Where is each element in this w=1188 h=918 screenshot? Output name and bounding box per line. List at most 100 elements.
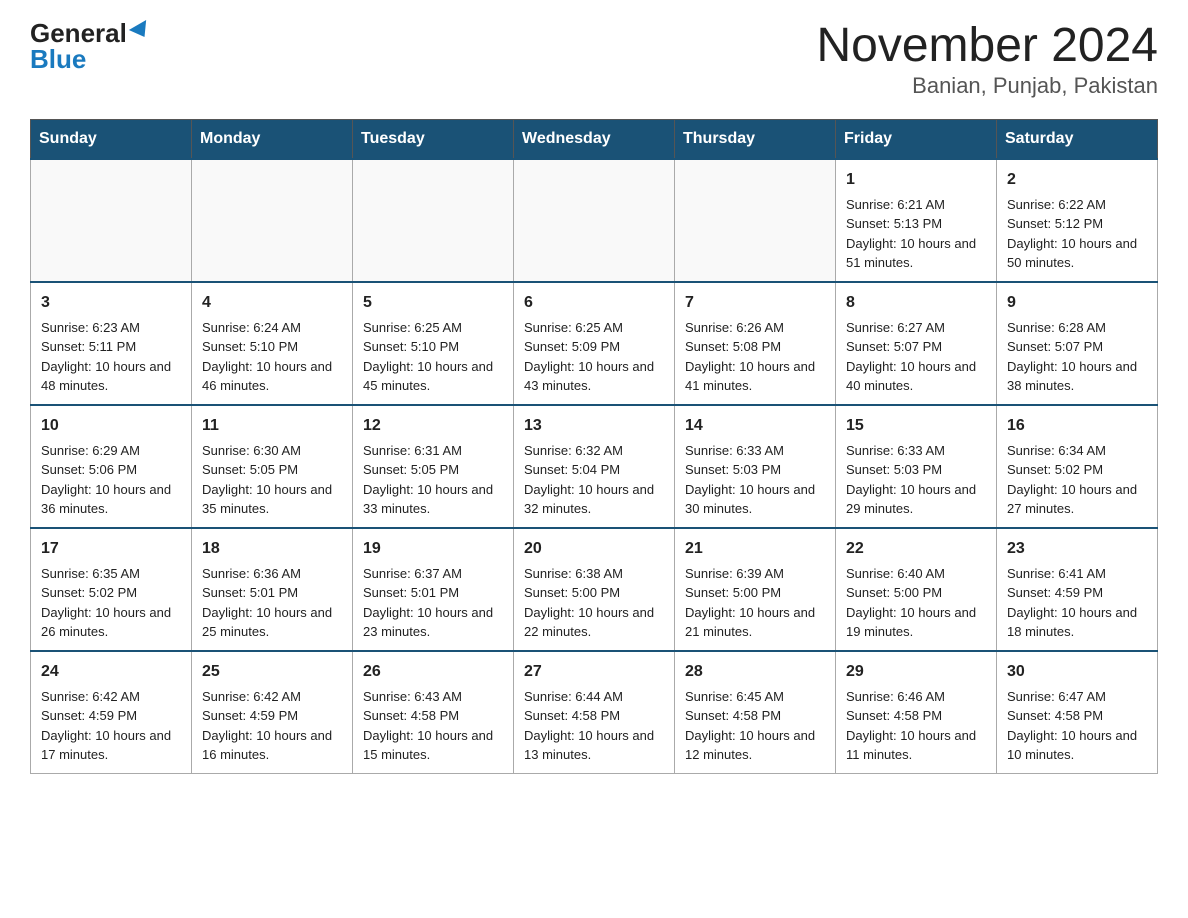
day-number: 21 xyxy=(685,537,825,561)
calendar-cell: 14 Sunrise: 6:33 AM Sunset: 5:03 PM Dayli… xyxy=(675,405,836,528)
day-info: Sunrise: 6:42 AM Sunset: 4:59 PM Dayligh… xyxy=(41,687,181,765)
calendar-cell xyxy=(192,159,353,282)
day-info: Sunrise: 6:26 AM Sunset: 5:08 PM Dayligh… xyxy=(685,318,825,396)
day-number: 14 xyxy=(685,414,825,438)
day-header-wednesday: Wednesday xyxy=(514,119,675,159)
calendar-table: SundayMondayTuesdayWednesdayThursdayFrid… xyxy=(30,119,1158,774)
day-header-thursday: Thursday xyxy=(675,119,836,159)
calendar-cell: 27Sunrise: 6:44 AM Sunset: 4:58 PM Dayli… xyxy=(514,651,675,774)
calendar-cell: 6 Sunrise: 6:25 AM Sunset: 5:09 PM Daylig… xyxy=(514,282,675,405)
calendar-cell: 23 Sunrise: 6:41 AM Sunset: 4:59 PM Dayli… xyxy=(997,528,1158,651)
calendar-cell: 5 Sunrise: 6:25 AM Sunset: 5:10 PM Daylig… xyxy=(353,282,514,405)
calendar-cell: 10 Sunrise: 6:29 AM Sunset: 5:06 PM Dayli… xyxy=(31,405,192,528)
day-number: 3 xyxy=(41,291,181,315)
calendar-cell: 19 Sunrise: 6:37 AM Sunset: 5:01 PM Dayli… xyxy=(353,528,514,651)
calendar-body: 1Sunrise: 6:21 AM Sunset: 5:13 PM Daylig… xyxy=(31,159,1158,774)
day-number: 10 xyxy=(41,414,181,438)
month-title: November 2024 xyxy=(816,20,1158,73)
calendar-header: SundayMondayTuesdayWednesdayThursdayFrid… xyxy=(31,119,1158,159)
calendar-cell: 1Sunrise: 6:21 AM Sunset: 5:13 PM Daylig… xyxy=(836,159,997,282)
day-info: Sunrise: 6:38 AM Sunset: 5:00 PM Dayligh… xyxy=(524,564,664,642)
logo-blue-text: Blue xyxy=(30,46,86,72)
calendar-cell: 24 Sunrise: 6:42 AM Sunset: 4:59 PM Dayli… xyxy=(31,651,192,774)
calendar-cell: 20 Sunrise: 6:38 AM Sunset: 5:00 PM Dayli… xyxy=(514,528,675,651)
week-row-1: 1Sunrise: 6:21 AM Sunset: 5:13 PM Daylig… xyxy=(31,159,1158,282)
day-number: 24 xyxy=(41,660,181,684)
calendar-cell: 12 Sunrise: 6:31 AM Sunset: 5:05 PM Dayli… xyxy=(353,405,514,528)
day-info: Sunrise: 6:35 AM Sunset: 5:02 PM Dayligh… xyxy=(41,564,181,642)
calendar-cell: 28Sunrise: 6:45 AM Sunset: 4:58 PM Dayli… xyxy=(675,651,836,774)
day-number: 7 xyxy=(685,291,825,315)
day-info: Sunrise: 6:31 AM Sunset: 5:05 PM Dayligh… xyxy=(363,441,503,519)
day-number: 4 xyxy=(202,291,342,315)
day-number: 6 xyxy=(524,291,664,315)
day-info: Sunrise: 6:32 AM Sunset: 5:04 PM Dayligh… xyxy=(524,441,664,519)
day-info: Sunrise: 6:46 AM Sunset: 4:58 PM Dayligh… xyxy=(846,687,986,765)
day-info: Sunrise: 6:41 AM Sunset: 4:59 PM Dayligh… xyxy=(1007,564,1147,642)
day-number: 30 xyxy=(1007,660,1147,684)
day-number: 25 xyxy=(202,660,342,684)
calendar-cell: 4 Sunrise: 6:24 AM Sunset: 5:10 PM Daylig… xyxy=(192,282,353,405)
day-info: Sunrise: 6:37 AM Sunset: 5:01 PM Dayligh… xyxy=(363,564,503,642)
calendar-cell: 29Sunrise: 6:46 AM Sunset: 4:58 PM Dayli… xyxy=(836,651,997,774)
day-info: Sunrise: 6:45 AM Sunset: 4:58 PM Dayligh… xyxy=(685,687,825,765)
week-row-4: 17Sunrise: 6:35 AM Sunset: 5:02 PM Dayli… xyxy=(31,528,1158,651)
calendar-cell: 8 Sunrise: 6:27 AM Sunset: 5:07 PM Daylig… xyxy=(836,282,997,405)
day-info: Sunrise: 6:33 AM Sunset: 5:03 PM Dayligh… xyxy=(685,441,825,519)
calendar-cell xyxy=(353,159,514,282)
day-number: 20 xyxy=(524,537,664,561)
day-number: 11 xyxy=(202,414,342,438)
calendar-cell: 16Sunrise: 6:34 AM Sunset: 5:02 PM Dayli… xyxy=(997,405,1158,528)
page-header: General Blue November 2024 Banian, Punja… xyxy=(30,20,1158,99)
day-header-saturday: Saturday xyxy=(997,119,1158,159)
day-number: 15 xyxy=(846,414,986,438)
day-number: 19 xyxy=(363,537,503,561)
location-title: Banian, Punjab, Pakistan xyxy=(816,73,1158,99)
logo-triangle-icon xyxy=(129,20,153,42)
day-info: Sunrise: 6:25 AM Sunset: 5:10 PM Dayligh… xyxy=(363,318,503,396)
calendar-cell: 21 Sunrise: 6:39 AM Sunset: 5:00 PM Dayli… xyxy=(675,528,836,651)
day-info: Sunrise: 6:39 AM Sunset: 5:00 PM Dayligh… xyxy=(685,564,825,642)
day-info: Sunrise: 6:27 AM Sunset: 5:07 PM Dayligh… xyxy=(846,318,986,396)
day-info: Sunrise: 6:44 AM Sunset: 4:58 PM Dayligh… xyxy=(524,687,664,765)
calendar-cell: 2 Sunrise: 6:22 AM Sunset: 5:12 PM Daylig… xyxy=(997,159,1158,282)
day-info: Sunrise: 6:40 AM Sunset: 5:00 PM Dayligh… xyxy=(846,564,986,642)
calendar-cell: 17Sunrise: 6:35 AM Sunset: 5:02 PM Dayli… xyxy=(31,528,192,651)
week-row-5: 24 Sunrise: 6:42 AM Sunset: 4:59 PM Dayli… xyxy=(31,651,1158,774)
calendar-cell: 9Sunrise: 6:28 AM Sunset: 5:07 PM Daylig… xyxy=(997,282,1158,405)
day-number: 22 xyxy=(846,537,986,561)
calendar-cell: 3 Sunrise: 6:23 AM Sunset: 5:11 PM Daylig… xyxy=(31,282,192,405)
day-info: Sunrise: 6:34 AM Sunset: 5:02 PM Dayligh… xyxy=(1007,441,1147,519)
day-info: Sunrise: 6:33 AM Sunset: 5:03 PM Dayligh… xyxy=(846,441,986,519)
day-header-tuesday: Tuesday xyxy=(353,119,514,159)
day-info: Sunrise: 6:42 AM Sunset: 4:59 PM Dayligh… xyxy=(202,687,342,765)
calendar-cell xyxy=(675,159,836,282)
day-info: Sunrise: 6:24 AM Sunset: 5:10 PM Dayligh… xyxy=(202,318,342,396)
day-number: 12 xyxy=(363,414,503,438)
day-info: Sunrise: 6:25 AM Sunset: 5:09 PM Dayligh… xyxy=(524,318,664,396)
day-info: Sunrise: 6:22 AM Sunset: 5:12 PM Dayligh… xyxy=(1007,195,1147,273)
day-header-monday: Monday xyxy=(192,119,353,159)
day-info: Sunrise: 6:21 AM Sunset: 5:13 PM Dayligh… xyxy=(846,195,986,273)
day-number: 8 xyxy=(846,291,986,315)
day-info: Sunrise: 6:36 AM Sunset: 5:01 PM Dayligh… xyxy=(202,564,342,642)
calendar-cell xyxy=(514,159,675,282)
day-number: 23 xyxy=(1007,537,1147,561)
day-number: 9 xyxy=(1007,291,1147,315)
day-number: 13 xyxy=(524,414,664,438)
calendar-cell xyxy=(31,159,192,282)
day-info: Sunrise: 6:43 AM Sunset: 4:58 PM Dayligh… xyxy=(363,687,503,765)
calendar-cell: 15 Sunrise: 6:33 AM Sunset: 5:03 PM Dayli… xyxy=(836,405,997,528)
day-number: 2 xyxy=(1007,168,1147,192)
day-number: 26 xyxy=(363,660,503,684)
week-row-3: 10 Sunrise: 6:29 AM Sunset: 5:06 PM Dayli… xyxy=(31,405,1158,528)
calendar-cell: 18Sunrise: 6:36 AM Sunset: 5:01 PM Dayli… xyxy=(192,528,353,651)
header-right: November 2024 Banian, Punjab, Pakistan xyxy=(816,20,1158,99)
day-info: Sunrise: 6:29 AM Sunset: 5:06 PM Dayligh… xyxy=(41,441,181,519)
calendar-cell: 13 Sunrise: 6:32 AM Sunset: 5:04 PM Dayli… xyxy=(514,405,675,528)
logo: General Blue xyxy=(30,20,151,72)
day-info: Sunrise: 6:47 AM Sunset: 4:58 PM Dayligh… xyxy=(1007,687,1147,765)
day-number: 5 xyxy=(363,291,503,315)
day-info: Sunrise: 6:23 AM Sunset: 5:11 PM Dayligh… xyxy=(41,318,181,396)
calendar-cell: 26 Sunrise: 6:43 AM Sunset: 4:58 PM Dayli… xyxy=(353,651,514,774)
